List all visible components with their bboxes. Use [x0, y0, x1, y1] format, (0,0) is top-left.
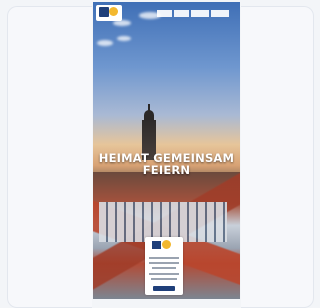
nav-menu [157, 10, 229, 17]
mobile-preview: HEIMAT GEMEINSAM FEIERN [93, 2, 240, 299]
logo-sun [109, 7, 118, 16]
nav-item-2[interactable] [174, 10, 189, 17]
info-card[interactable] [145, 237, 183, 295]
badge-text-line [149, 257, 179, 259]
badge-logo-mark [152, 241, 161, 249]
left-card-panel [7, 6, 92, 308]
badge-cta-button[interactable] [153, 286, 175, 291]
headline-line-2: FEIERN [142, 163, 191, 177]
badge-text-line [152, 267, 176, 269]
badge-text-line [151, 278, 177, 280]
badge-text-line [149, 262, 179, 264]
badge-text-line [149, 273, 179, 275]
top-navigation-bar [93, 2, 240, 24]
cloud [117, 36, 131, 41]
right-card-panel [241, 6, 314, 308]
nav-item-3[interactable] [191, 10, 209, 17]
town-logo-icon[interactable] [96, 5, 122, 21]
hero-headline: HEIMAT GEMEINSAM FEIERN [93, 152, 240, 176]
cloud [97, 40, 113, 46]
main-building [99, 202, 227, 242]
town-badge-logo-icon [152, 240, 176, 250]
nav-item-1[interactable] [157, 10, 172, 17]
nav-item-4[interactable] [211, 10, 229, 17]
logo-mark [99, 7, 109, 17]
badge-logo-sun [162, 240, 171, 249]
